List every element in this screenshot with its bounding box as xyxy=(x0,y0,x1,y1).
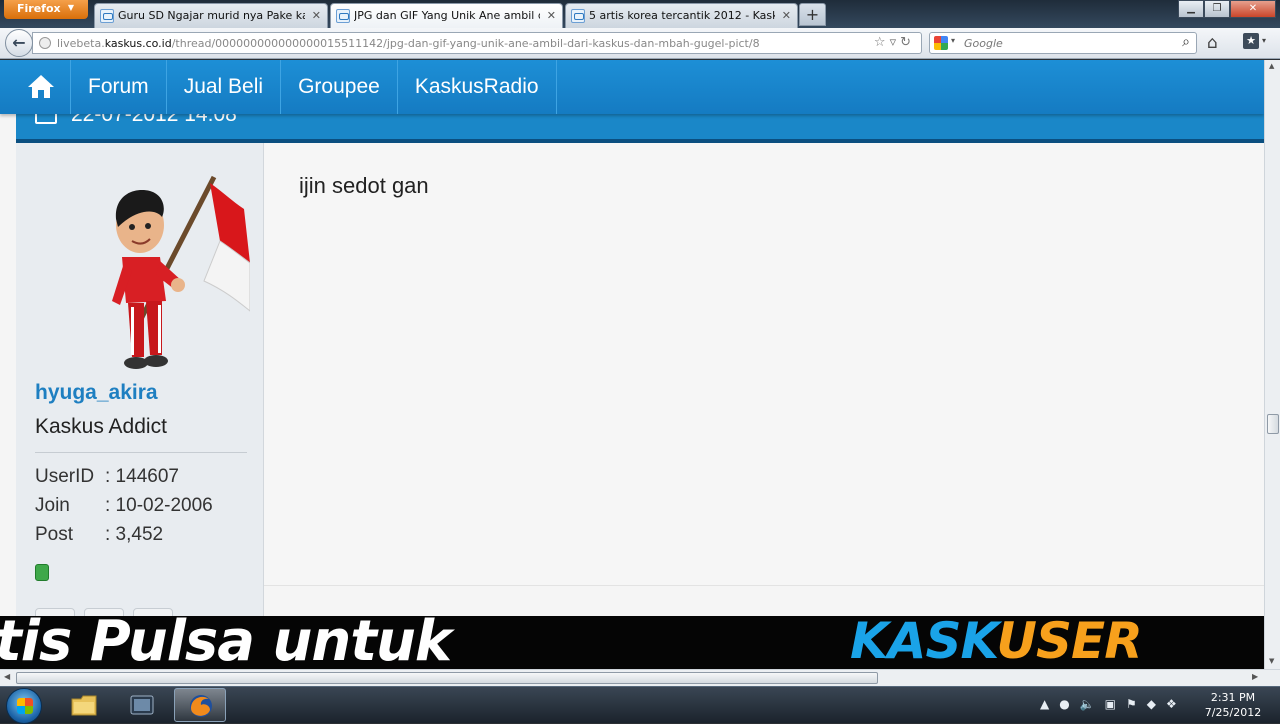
scroll-left-arrow-icon[interactable]: ◀ xyxy=(4,672,10,681)
sync-icon[interactable]: ◆ xyxy=(1147,697,1166,711)
nav-forum[interactable]: Forum xyxy=(71,60,167,114)
taskbar-clock[interactable]: 2:31 PM 7/25/2012 xyxy=(1198,690,1268,720)
search-icon[interactable]: ⌕ xyxy=(1182,34,1190,50)
scrollbar-thumb[interactable] xyxy=(16,672,878,684)
browser-nav-bar: livebeta.kaskus.co.id/thread/00000000000… xyxy=(0,28,1280,59)
kaskus-favicon-icon xyxy=(100,9,114,23)
minimize-button[interactable]: ▁ xyxy=(1178,0,1204,18)
scroll-down-arrow-icon[interactable]: ▼ xyxy=(1269,657,1274,665)
browser-tab-3[interactable]: 5 artis korea tercantik 2012 - Kaskus - … xyxy=(565,3,798,28)
stat-post: Post : 3,452 xyxy=(35,524,163,546)
home-icon[interactable]: ⌂ xyxy=(1207,33,1218,53)
folder-icon xyxy=(71,695,97,716)
ad-text: tis Pulsa untuk xyxy=(0,616,452,669)
network-icon[interactable]: ▣ xyxy=(1105,697,1126,711)
firefox-menu-label: Firefox xyxy=(17,2,61,15)
kaskus-favicon-icon xyxy=(571,9,585,23)
close-tab-icon[interactable]: ✕ xyxy=(312,9,321,22)
chevron-down-icon: ▼ xyxy=(67,3,74,12)
close-tab-icon[interactable]: ✕ xyxy=(782,9,791,22)
flag-icon[interactable]: ⚑ xyxy=(1126,697,1147,711)
firefox-icon xyxy=(190,695,212,717)
nav-kaskusradio[interactable]: KaskusRadio xyxy=(398,60,557,114)
taskbar-media-player[interactable] xyxy=(116,688,168,722)
google-icon xyxy=(934,36,948,50)
post-text: ijin sedot gan xyxy=(299,173,429,198)
kaskuser-logo: KASKUSER xyxy=(850,616,1143,669)
home-icon xyxy=(28,75,54,98)
user-rank: Kaskus Addict xyxy=(35,415,167,438)
post-content: ijin sedot gan xyxy=(264,143,1264,586)
vertical-scrollbar[interactable]: ▲ ▼ xyxy=(1264,60,1280,669)
back-button[interactable]: ← xyxy=(5,29,33,57)
tray-disc-icon[interactable]: ● xyxy=(1059,697,1079,711)
maximize-button[interactable]: ❐ xyxy=(1204,0,1230,18)
scrollbar-thumb[interactable] xyxy=(1267,414,1279,434)
volume-icon[interactable]: 🔈 xyxy=(1080,697,1105,711)
chevron-down-icon[interactable]: ▾ xyxy=(1262,36,1266,45)
home-button[interactable] xyxy=(0,60,71,114)
horizontal-scrollbar[interactable]: ◀ ▶ xyxy=(0,669,1280,686)
nav-groupee[interactable]: Groupee xyxy=(281,60,398,114)
browser-tab-1[interactable]: Guru SD Ngajar murid nya Pake kaset... ✕ xyxy=(94,3,328,28)
dropbox-icon[interactable]: ❖ xyxy=(1166,697,1187,711)
online-status-icon xyxy=(35,564,49,581)
tab-title: Guru SD Ngajar murid nya Pake kaset... xyxy=(118,9,305,22)
stat-label: Post xyxy=(35,524,74,545)
clock-time: 2:31 PM xyxy=(1210,691,1256,704)
divider xyxy=(35,452,247,453)
media-player-icon xyxy=(130,695,154,715)
window-controls: ▁ ❐ ✕ xyxy=(1178,0,1276,18)
post-header: 22-07-2012 14:08 xyxy=(16,114,1264,143)
post-date: 22-07-2012 14:08 xyxy=(71,114,237,126)
calendar-icon xyxy=(35,114,57,124)
dropdown-icon[interactable]: ▿ xyxy=(890,35,901,50)
firefox-menu-button[interactable]: Firefox ▼ xyxy=(4,0,88,19)
url-text: livebeta.kaskus.co.id/thread/00000000000… xyxy=(57,37,760,50)
stat-value: : 144607 xyxy=(105,466,179,487)
search-placeholder: Google xyxy=(964,37,1003,50)
bookmarks-icon[interactable]: ★ xyxy=(1243,33,1259,49)
taskbar-firefox[interactable] xyxy=(174,688,226,722)
clock-date: 7/25/2012 xyxy=(1204,706,1262,719)
system-tray: ▲●🔈▣⚑◆❖ xyxy=(1040,697,1187,711)
reload-icon[interactable]: ↻ xyxy=(900,35,915,50)
stat-value: : 10-02-2006 xyxy=(105,495,213,516)
url-bar-actions: ☆▿↻ xyxy=(874,35,915,50)
new-tab-button[interactable]: + xyxy=(799,3,826,26)
user-panel: hyuga_akira Kaskus Addict UserID : 144607… xyxy=(16,143,264,669)
stat-join: Join : 10-02-2006 xyxy=(35,495,213,517)
tray-expand-icon[interactable]: ▲ xyxy=(1040,697,1059,711)
stat-label: Join xyxy=(35,495,70,516)
globe-icon xyxy=(39,37,51,49)
page-viewport: Forum Jual Beli Groupee KaskusRadio 22-0… xyxy=(0,60,1264,669)
scroll-up-arrow-icon[interactable]: ▲ xyxy=(1269,62,1274,70)
taskbar-explorer[interactable] xyxy=(58,688,110,722)
ad-banner[interactable]: tis Pulsa untuk KASKUSER xyxy=(0,616,1264,669)
start-button[interactable] xyxy=(6,688,42,724)
username-link[interactable]: hyuga_akira xyxy=(35,381,158,405)
browser-tab-strip: Firefox ▼ Guru SD Ngajar murid nya Pake … xyxy=(0,0,1280,28)
star-icon[interactable]: ☆ xyxy=(874,35,890,50)
windows-taskbar: ▲●🔈▣⚑◆❖ 2:31 PM 7/25/2012 xyxy=(0,686,1280,724)
close-window-button[interactable]: ✕ xyxy=(1230,0,1276,18)
avatar[interactable] xyxy=(104,171,250,371)
stat-userid: UserID : 144607 xyxy=(35,466,179,488)
chevron-down-icon[interactable]: ▾ xyxy=(951,36,955,45)
stat-value: : 3,452 xyxy=(105,524,164,545)
kaskus-favicon-icon xyxy=(336,9,350,23)
browser-tab-2[interactable]: JPG dan GIF Yang Unik Ane ambil dar... ✕ xyxy=(330,3,563,28)
tab-title: JPG dan GIF Yang Unik Ane ambil dar... xyxy=(354,9,540,22)
stat-label: UserID xyxy=(35,466,95,487)
nav-jual-beli[interactable]: Jual Beli xyxy=(167,60,282,114)
tab-title: 5 artis korea tercantik 2012 - Kaskus - … xyxy=(589,9,775,22)
url-bar[interactable]: livebeta.kaskus.co.id/thread/00000000000… xyxy=(32,32,922,54)
close-tab-icon[interactable]: ✕ xyxy=(547,9,556,22)
site-nav: Forum Jual Beli Groupee KaskusRadio xyxy=(0,60,1264,114)
scroll-right-arrow-icon[interactable]: ▶ xyxy=(1252,672,1258,681)
search-input[interactable]: ▾ Google ⌕ xyxy=(929,32,1197,54)
